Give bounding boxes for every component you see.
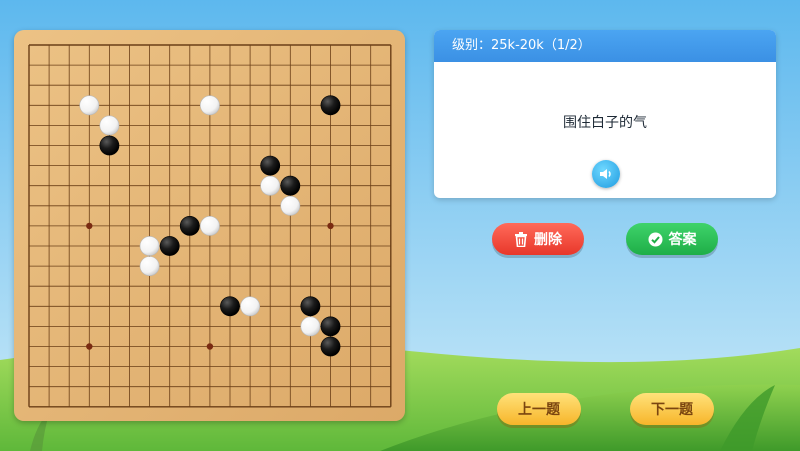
white-stone[interactable] [280,195,301,216]
black-stone[interactable] [99,135,120,156]
check-circle-icon [648,232,662,246]
white-stone[interactable] [139,236,160,256]
black-stone[interactable] [320,316,341,337]
next-label: 下一题 [651,402,693,418]
question-panel: 级别：25k-20k（1/2） 围住白子的气 [434,30,776,198]
white-stone[interactable] [199,95,220,116]
delete-label: 删除 [534,232,562,248]
previous-question-button[interactable]: 上一题 [497,393,581,425]
white-stone[interactable] [199,215,220,236]
star-point [86,343,93,350]
black-stone[interactable] [320,336,341,357]
speaker-icon [600,169,611,179]
black-stone[interactable] [159,236,180,256]
star-point [86,222,93,230]
answer-button[interactable]: 答案 [626,223,718,255]
question-prompt: 围住白子的气 [563,115,647,131]
white-stone[interactable] [240,296,261,317]
delete-button[interactable]: 删除 [492,223,584,255]
sound-button[interactable] [592,160,620,188]
white-stone[interactable] [99,115,120,136]
star-point [327,222,334,230]
black-stone[interactable] [320,95,341,116]
level-label: 级别：25k-20k（1/2） [452,38,591,53]
black-stone[interactable] [179,215,200,236]
black-stone[interactable] [280,175,301,196]
black-stone[interactable] [260,155,281,176]
black-stone[interactable] [300,296,321,317]
go-board[interactable] [14,30,405,421]
black-stone[interactable] [220,296,240,317]
next-question-button[interactable]: 下一题 [630,393,714,425]
previous-label: 上一题 [518,402,560,418]
trash-icon [515,231,527,247]
level-header: 级别：25k-20k（1/2） [434,30,776,62]
go-board-grid[interactable] [14,30,405,421]
white-stone[interactable] [300,316,321,337]
white-stone[interactable] [260,175,281,196]
white-stone[interactable] [79,95,100,116]
star-point [206,343,214,350]
answer-label: 答案 [668,232,697,248]
white-stone[interactable] [139,256,160,277]
